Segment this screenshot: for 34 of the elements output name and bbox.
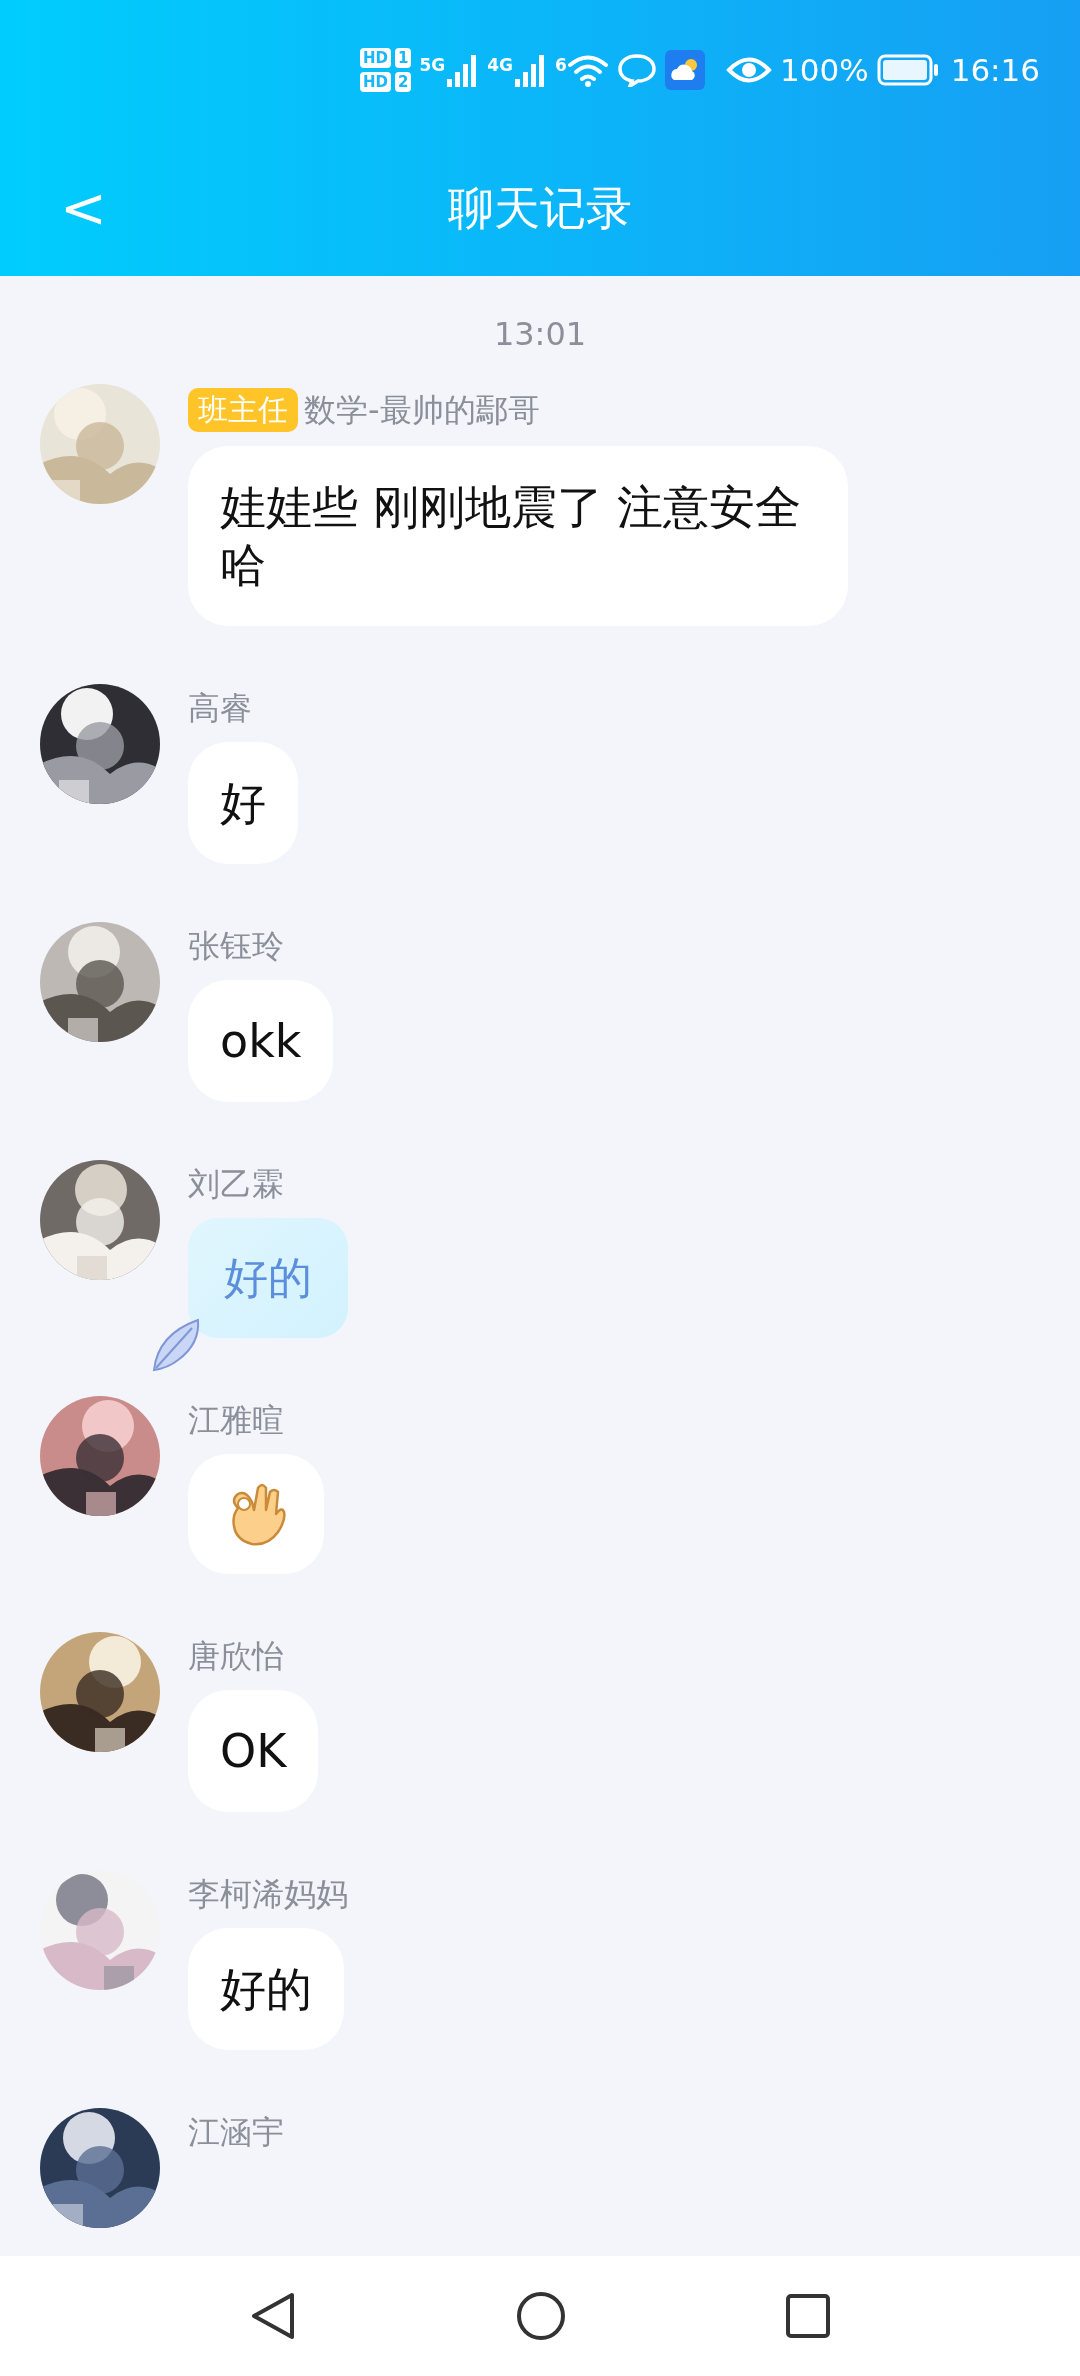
- weather-app-icon: [664, 50, 705, 90]
- page-title: 聊天记录: [448, 179, 632, 237]
- hd-label: HD: [360, 72, 391, 92]
- sender-name: 江雅暄: [188, 1400, 284, 1440]
- chat-bubble-icon: [616, 53, 657, 87]
- message-bubble: 娃娃些 刚刚地震了 注意安全哈: [188, 446, 848, 626]
- role-tag: 班主任: [188, 388, 298, 432]
- wifi-icon: [566, 53, 609, 87]
- back-button[interactable]: <: [40, 180, 127, 236]
- battery-icon: [876, 54, 939, 86]
- home-nav-icon[interactable]: [516, 2291, 566, 2341]
- timestamp: 13:01: [493, 315, 587, 353]
- wifi-label: 6: [555, 54, 567, 77]
- sender-name: 数学-最帅的鄢哥: [304, 390, 540, 430]
- back-nav-icon[interactable]: [250, 2291, 296, 2341]
- hd-label: HD: [360, 48, 391, 68]
- network-label: 5G: [419, 54, 446, 77]
- sim-label: 2: [395, 72, 412, 92]
- sender-name: 高睿: [188, 688, 252, 728]
- message-bubble: 好的: [188, 1928, 344, 2050]
- sender-name: 张钰玲: [188, 926, 284, 966]
- sim-label: 1: [395, 48, 412, 68]
- eye-icon: [726, 55, 772, 85]
- battery-percent: 100%: [780, 50, 869, 90]
- message-bubble: 好: [188, 742, 298, 864]
- recents-nav-icon[interactable]: [786, 2294, 830, 2338]
- sender-name: 刘乙霖: [188, 1164, 284, 1204]
- message-bubble: okk: [188, 980, 334, 1102]
- message-bubble: OK: [188, 1690, 319, 1812]
- network-label: 4G: [487, 54, 514, 77]
- sender-name: 李柯浠妈妈: [188, 1874, 348, 1914]
- sender-name: 唐欣怡: [188, 1636, 284, 1676]
- clock: 16:16: [950, 50, 1040, 90]
- sender-name: 江涵宇: [188, 2112, 284, 2152]
